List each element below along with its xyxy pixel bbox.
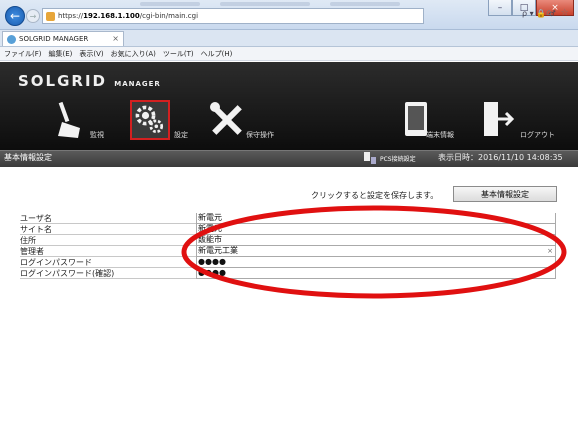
page-title: 基本情報設定 — [4, 153, 52, 162]
site-icon — [46, 11, 55, 21]
nav-settings[interactable]: 設定 — [130, 100, 190, 146]
administrator-value: 新電元工業 — [198, 246, 238, 255]
nav-maintenance-label: 保守操作 — [246, 131, 274, 139]
nav-logout[interactable]: ログアウト — [482, 100, 574, 146]
nav-settings-label: 設定 — [174, 131, 188, 139]
ghost-text — [140, 2, 200, 6]
clear-input-icon[interactable]: × — [547, 246, 553, 256]
form-row-login-password-confirm: ログインパスワード(確認) ●●●● — [20, 268, 556, 279]
username-input[interactable]: 新電元 — [196, 213, 556, 224]
save-hint-text: クリックすると設定を保存します。 — [311, 191, 439, 200]
url-text: https://192.168.1.100/cgi-bin/main.cgi — [58, 12, 199, 20]
browser-tab[interactable]: SOLGRID MANAGER × — [2, 31, 124, 46]
tools-icon — [210, 102, 242, 135]
site-name-label: サイト名 — [20, 225, 52, 234]
app-logo: SOLGRID MANAGER — [18, 72, 161, 90]
pcs-connection-icon[interactable] — [363, 151, 377, 165]
menu-file[interactable]: ファイル(F) — [4, 49, 42, 59]
ghost-text — [330, 2, 400, 6]
basic-info-form: ユーザ名 新電元 サイト名 新電元 住所 飯能市 管理者 新電元工業 × ログイ… — [20, 213, 556, 279]
nav-monitor-label: 監視 — [90, 131, 104, 139]
nav-logout-label: ログアウト — [520, 131, 555, 139]
home-favorites-settings-icons[interactable]: ⌂ ☆ ⚙ — [546, 8, 578, 18]
menu-edit[interactable]: 編集(E) — [49, 49, 73, 59]
menu-view[interactable]: 表示(V) — [79, 49, 103, 59]
back-arrow-icon[interactable]: ← — [5, 6, 25, 26]
display-datetime: 表示日時：2016/11/10 14:08:35 — [438, 153, 563, 162]
nav-terminal-info[interactable]: 端末情報 — [402, 100, 478, 146]
username-label: ユーザ名 — [20, 214, 52, 223]
address-bar[interactable]: https://192.168.1.100/cgi-bin/main.cgi — [42, 8, 424, 24]
ghost-text — [220, 2, 310, 6]
nav-monitor[interactable]: 監視 — [56, 100, 118, 146]
broom-icon — [58, 101, 80, 138]
site-name-input[interactable]: 新電元 — [196, 224, 556, 235]
address-input[interactable]: 飯能市 — [196, 235, 556, 246]
forward-arrow-icon[interactable]: → — [26, 9, 40, 23]
nav-terminal-info-label: 端末情報 — [426, 131, 454, 139]
address-label: 住所 — [20, 236, 36, 245]
login-password-label: ログインパスワード — [20, 258, 92, 267]
administrator-input[interactable]: 新電元工業 × — [196, 246, 556, 257]
form-row-administrator: 管理者 新電元工業 × — [20, 246, 556, 257]
pcs-connection-label[interactable]: PCS接続設定 — [380, 154, 416, 163]
menu-bar: ファイル(F) 編集(E) 表示(V) お気に入り(A) ツール(T) ヘルプ(… — [0, 47, 578, 61]
administrator-label: 管理者 — [20, 247, 44, 256]
logout-icon — [484, 102, 515, 136]
form-row-site-name: サイト名 新電元 — [20, 224, 556, 235]
gears-icon — [130, 100, 170, 140]
login-password-confirm-input[interactable]: ●●●● — [196, 268, 556, 279]
nav-maintenance[interactable]: 保守操作 — [208, 100, 288, 146]
tab-close-icon[interactable]: × — [112, 34, 119, 43]
form-row-username: ユーザ名 新電元 — [20, 213, 556, 224]
menu-help[interactable]: ヘルプ(H) — [201, 49, 233, 59]
form-row-address: 住所 飯能市 — [20, 235, 556, 246]
menu-favorites[interactable]: お気に入り(A) — [111, 49, 156, 59]
minimize-button[interactable]: – — [488, 0, 512, 16]
login-password-confirm-label: ログインパスワード(確認) — [20, 269, 115, 278]
menu-tools[interactable]: ツール(T) — [163, 49, 194, 59]
save-basic-info-button[interactable]: 基本情報設定 — [453, 186, 557, 202]
tab-favicon-icon — [7, 34, 16, 44]
login-password-input[interactable]: ●●●● — [196, 257, 556, 268]
tab-title: SOLGRID MANAGER — [19, 35, 89, 43]
form-row-login-password: ログインパスワード ●●●● — [20, 257, 556, 268]
